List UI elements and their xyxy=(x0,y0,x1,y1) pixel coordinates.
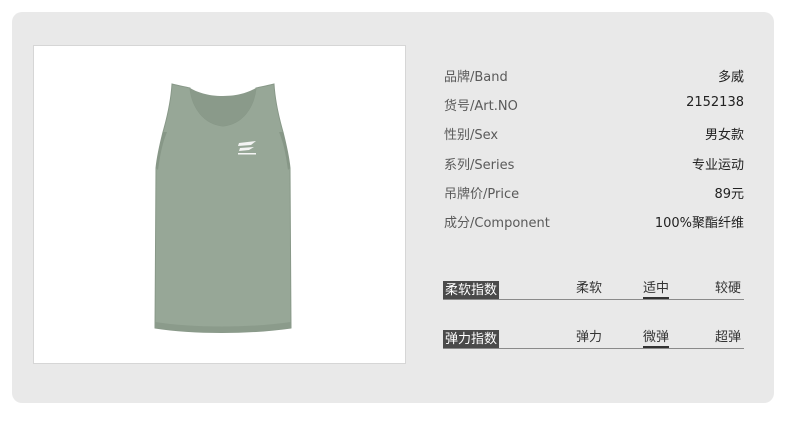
spec-label: 成分/Component xyxy=(444,215,550,231)
spec-value: 100%聚酯纤维 xyxy=(654,215,744,231)
spec-row-brand: 品牌/Band 多威 xyxy=(444,63,744,92)
spec-row-price: 吊牌价/Price 89元 xyxy=(444,180,744,209)
elasticity-option-super: 超弹 xyxy=(715,330,742,345)
spec-value: 男女款 xyxy=(704,128,744,144)
spec-value: 多威 xyxy=(717,70,744,85)
product-image xyxy=(33,45,406,364)
spec-label: 吊牌价/Price xyxy=(444,186,520,202)
spec-list: 品牌/Band 多威 货号/Art.NO 2152138 性别/Sex 男女款 … xyxy=(444,63,744,238)
spec-row-series: 系列/Series 专业运动 xyxy=(444,151,744,180)
elasticity-option-slight-selected: 微弹 xyxy=(643,329,670,348)
spec-label: 品牌/Band xyxy=(444,70,508,85)
softness-option-hard: 较硬 xyxy=(715,281,742,296)
spec-value: 2152138 xyxy=(686,95,744,111)
spec-row-component: 成分/Component 100%聚酯纤维 xyxy=(444,209,744,238)
spec-value: 89元 xyxy=(714,186,744,202)
tank-top-illustration xyxy=(154,83,292,333)
softness-index: 柔软指数 柔软 适中 较硬 xyxy=(443,280,744,300)
softness-scale-line xyxy=(443,299,744,300)
softness-option-medium-selected: 适中 xyxy=(643,280,670,299)
spec-value: 专业运动 xyxy=(691,157,744,173)
spec-row-sex: 性别/Sex 男女款 xyxy=(444,121,744,150)
softness-index-title: 柔软指数 xyxy=(443,281,500,300)
softness-option-soft: 柔软 xyxy=(576,281,603,296)
elasticity-index-title: 弹力指数 xyxy=(443,330,500,349)
spec-label: 性别/Sex xyxy=(444,128,499,144)
spec-row-article-no: 货号/Art.NO 2152138 xyxy=(444,92,744,121)
spec-label: 系列/Series xyxy=(444,157,515,173)
elasticity-scale-line xyxy=(443,348,744,349)
spec-label: 货号/Art.NO xyxy=(444,99,518,115)
elasticity-option-elastic: 弹力 xyxy=(576,330,603,345)
elasticity-index: 弹力指数 弹力 微弹 超弹 xyxy=(443,329,744,349)
